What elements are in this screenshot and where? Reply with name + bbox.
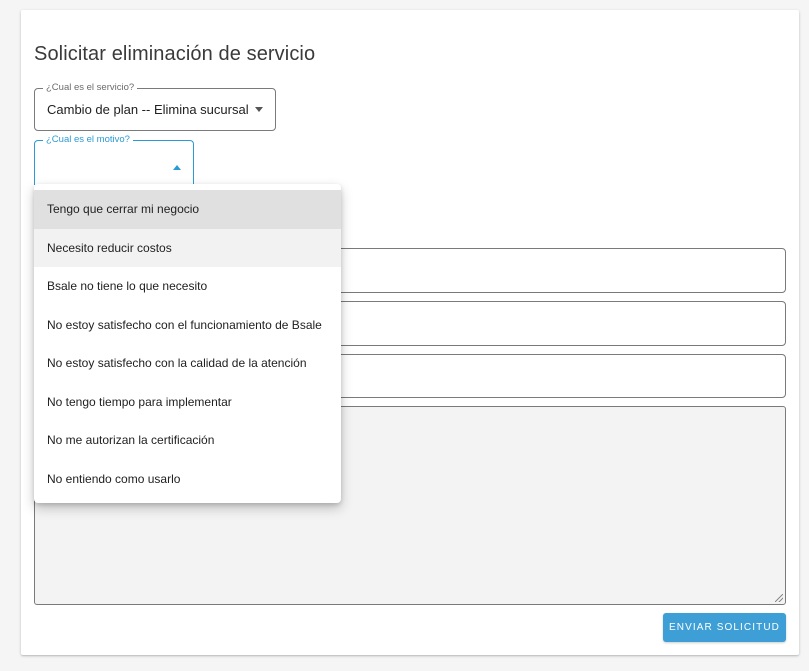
page-title: Solicitar eliminación de servicio	[34, 43, 316, 65]
service-select-value: Cambio de plan -- Elimina sucursal	[47, 102, 249, 117]
service-select-label: ¿Cual es el servicio?	[43, 82, 138, 94]
submit-request-button[interactable]: ENVIAR SOLICITUD	[663, 613, 786, 642]
motivo-option[interactable]: No me autorizan la certificación	[34, 421, 341, 460]
motivo-option[interactable]: Tengo que cerrar mi negocio	[34, 190, 341, 229]
motivo-option[interactable]: Bsale no tiene lo que necesito	[34, 267, 341, 306]
motivo-select-label: ¿Cual es el motivo?	[43, 134, 133, 146]
service-select[interactable]: ¿Cual es el servicio? Cambio de plan -- …	[34, 82, 276, 131]
motivo-option[interactable]: Necesito reducir costos	[34, 228, 341, 267]
motivo-option[interactable]: No tengo tiempo para implementar	[34, 383, 341, 422]
motivo-option[interactable]: No estoy satisfecho con la calidad de la…	[34, 344, 341, 383]
chevron-up-icon	[173, 165, 181, 170]
resize-grip-icon[interactable]	[775, 594, 783, 602]
motivo-option[interactable]: No entiendo como usarlo	[34, 460, 341, 499]
motivo-option[interactable]: No estoy satisfecho con el funcionamient…	[34, 306, 341, 345]
motivo-options-menu: Tengo que cerrar mi negocio Necesito red…	[34, 184, 341, 503]
motivo-select[interactable]: ¿Cual es el motivo?	[34, 134, 194, 185]
chevron-down-icon	[255, 107, 263, 112]
